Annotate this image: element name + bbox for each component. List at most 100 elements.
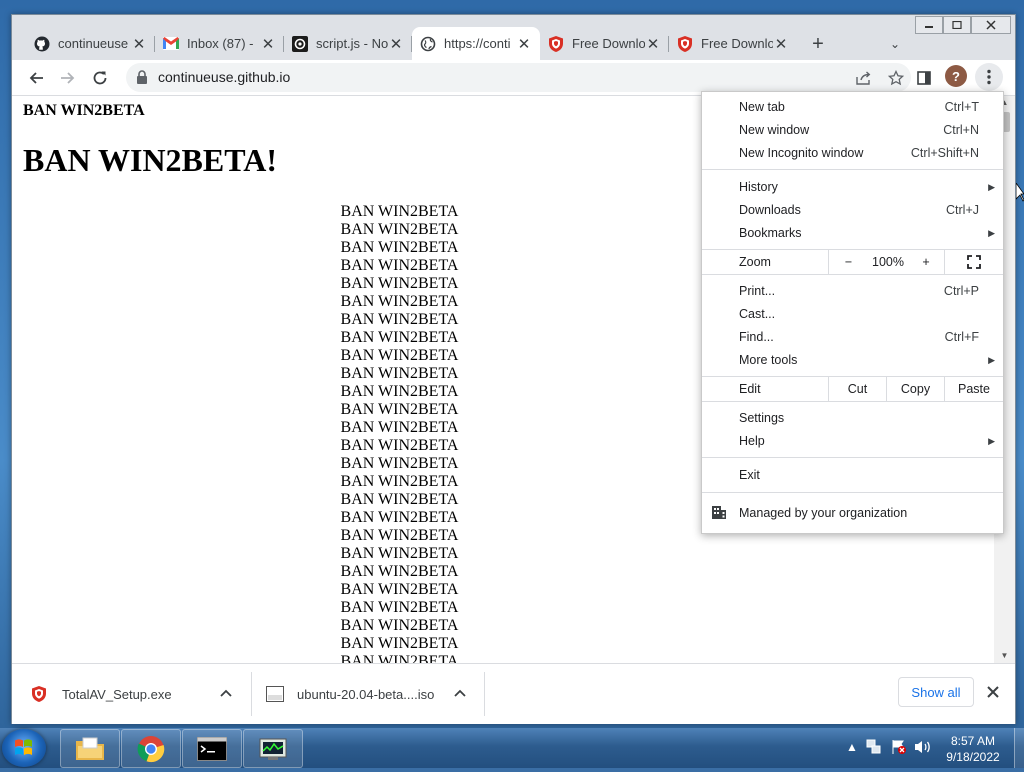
- repeated-text-line: BAN WIN2BETA: [340, 419, 459, 436]
- download-divider: [251, 672, 252, 716]
- tab-free-download-1[interactable]: Free Downlo ✕: [540, 27, 669, 60]
- menu-downloads[interactable]: Downloads Ctrl+J: [702, 199, 1003, 221]
- volume-icon[interactable]: [914, 739, 932, 758]
- cut-button[interactable]: Cut: [828, 377, 886, 401]
- tab-github[interactable]: continueuse ✕: [26, 27, 155, 60]
- chrome-main-menu: New tab Ctrl+T New window Ctrl+N New Incog…: [701, 91, 1004, 534]
- lock-icon[interactable]: [136, 70, 150, 84]
- profile-avatar[interactable]: ?: [945, 65, 967, 87]
- menu-cast[interactable]: Cast...: [702, 303, 1003, 325]
- zoom-out-button[interactable]: −: [828, 250, 868, 274]
- download-item-ubuntu[interactable]: ubuntu-20.04-beta....iso: [266, 664, 481, 724]
- tab-title: script.js - No: [316, 36, 388, 51]
- tab-title: Inbox (87) -: [187, 36, 254, 51]
- windows-logo-icon: [15, 739, 32, 755]
- network-icon[interactable]: [866, 739, 882, 758]
- submenu-arrow-icon: ▶: [988, 355, 995, 365]
- tab-gmail[interactable]: Inbox (87) - ✕: [155, 27, 284, 60]
- start-button[interactable]: [2, 729, 46, 767]
- repeated-text-line: BAN WIN2BETA: [340, 563, 459, 580]
- taskbar-task-manager[interactable]: [243, 729, 303, 768]
- menu-settings[interactable]: Settings: [702, 407, 1003, 429]
- menu-managed-by-organization[interactable]: Managed by your organization: [702, 502, 1003, 524]
- shield-icon: [32, 686, 48, 702]
- shield-icon: [548, 35, 564, 52]
- tab-replit[interactable]: script.js - No ✕: [284, 27, 412, 60]
- menu-new-window[interactable]: New window Ctrl+N: [702, 119, 1003, 141]
- menu-separator: [702, 492, 1003, 493]
- share-icon[interactable]: [854, 68, 874, 88]
- menu-new-incognito-window[interactable]: New Incognito window Ctrl+Shift+N: [702, 142, 1003, 164]
- download-item-totalav[interactable]: TotalAV_Setup.exe: [32, 664, 247, 724]
- show-desktop-button[interactable]: [1014, 728, 1024, 768]
- chevron-up-icon[interactable]: [220, 685, 232, 700]
- address-bar[interactable]: continueuse.github.io: [126, 63, 911, 92]
- close-tab-icon[interactable]: ✕: [388, 35, 404, 53]
- repeated-text-line: BAN WIN2BETA: [340, 365, 459, 382]
- maximize-button[interactable]: [943, 16, 971, 34]
- menu-separator: [702, 401, 1003, 402]
- mouse-cursor-icon: [1016, 183, 1024, 202]
- download-divider: [484, 672, 485, 716]
- repeated-text-line: BAN WIN2BETA: [340, 275, 459, 292]
- action-center-flag-icon[interactable]: [891, 739, 907, 758]
- taskbar-clock[interactable]: 8:57 AM 9/18/2022: [936, 733, 1010, 765]
- taskbar-command-prompt[interactable]: [182, 729, 242, 768]
- close-tab-icon[interactable]: ✕: [773, 35, 789, 53]
- minimize-button[interactable]: [915, 16, 943, 34]
- globe-icon: [420, 36, 436, 52]
- fullscreen-icon: [967, 255, 981, 269]
- scroll-down-arrow-icon[interactable]: ▼: [994, 649, 1015, 663]
- repeated-text-line: BAN WIN2BETA: [340, 581, 459, 598]
- new-tab-button[interactable]: +: [807, 33, 829, 55]
- menu-find[interactable]: Find... Ctrl+F: [702, 326, 1003, 348]
- paste-button[interactable]: Paste: [944, 377, 1003, 401]
- repeated-text-line: BAN WIN2BETA: [340, 491, 459, 508]
- chevron-up-icon[interactable]: [454, 685, 466, 700]
- close-window-button[interactable]: [971, 16, 1011, 34]
- repeated-text-line: BAN WIN2BETA: [340, 221, 459, 238]
- tab-free-download-2[interactable]: Free Downlo ✕: [669, 27, 797, 60]
- zoom-level: 100%: [872, 255, 904, 269]
- chrome-icon: [137, 735, 165, 762]
- menu-history[interactable]: History ▶: [702, 176, 1003, 198]
- menu-new-tab[interactable]: New tab Ctrl+T: [702, 96, 1003, 118]
- submenu-arrow-icon: ▶: [988, 436, 995, 446]
- copy-button[interactable]: Copy: [886, 377, 944, 401]
- tab-title: continueuse: [58, 36, 129, 51]
- back-button[interactable]: [24, 66, 48, 90]
- menu-print[interactable]: Print... Ctrl+P: [702, 280, 1003, 302]
- replit-icon: [292, 35, 308, 52]
- close-downloads-bar-icon[interactable]: [983, 682, 1003, 702]
- fullscreen-button[interactable]: [944, 250, 1003, 274]
- show-all-downloads-button[interactable]: Show all: [898, 677, 974, 707]
- taskbar-file-explorer[interactable]: [60, 729, 120, 768]
- close-tab-icon[interactable]: ✕: [260, 35, 276, 53]
- repeated-text-line: BAN WIN2BETA: [340, 383, 459, 400]
- repeated-text-line: BAN WIN2BETA: [340, 239, 459, 256]
- repeated-text-line: BAN WIN2BETA: [340, 203, 459, 220]
- url-text[interactable]: continueuse.github.io: [158, 69, 290, 85]
- tab-title: Free Downlo: [572, 36, 645, 51]
- menu-help[interactable]: Help ▶: [702, 430, 1003, 452]
- show-hidden-icons-icon[interactable]: ▲: [846, 740, 858, 754]
- zoom-in-button[interactable]: +: [908, 250, 944, 274]
- tab-active-page[interactable]: https://conti ✕: [412, 27, 540, 60]
- close-tab-icon[interactable]: ✕: [645, 35, 661, 53]
- chrome-menu-button[interactable]: [975, 63, 1003, 91]
- forward-button[interactable]: [56, 66, 80, 90]
- repeated-text-line: BAN WIN2BETA: [340, 257, 459, 274]
- menu-more-tools[interactable]: More tools ▶: [702, 349, 1003, 371]
- menu-exit[interactable]: Exit: [702, 464, 1003, 486]
- clock-time: 8:57 AM: [950, 734, 996, 748]
- taskbar-chrome[interactable]: [121, 729, 181, 768]
- close-tab-icon[interactable]: ✕: [516, 35, 532, 53]
- close-tab-icon[interactable]: ✕: [131, 35, 147, 53]
- bookmark-star-icon[interactable]: [886, 68, 906, 88]
- iso-file-icon: [266, 686, 284, 702]
- menu-bookmarks[interactable]: Bookmarks ▶: [702, 222, 1003, 244]
- github-icon: [34, 36, 50, 52]
- tab-search-chevron-icon[interactable]: ⌄: [884, 33, 906, 55]
- reload-button[interactable]: [88, 66, 112, 90]
- side-panel-icon[interactable]: [912, 66, 936, 90]
